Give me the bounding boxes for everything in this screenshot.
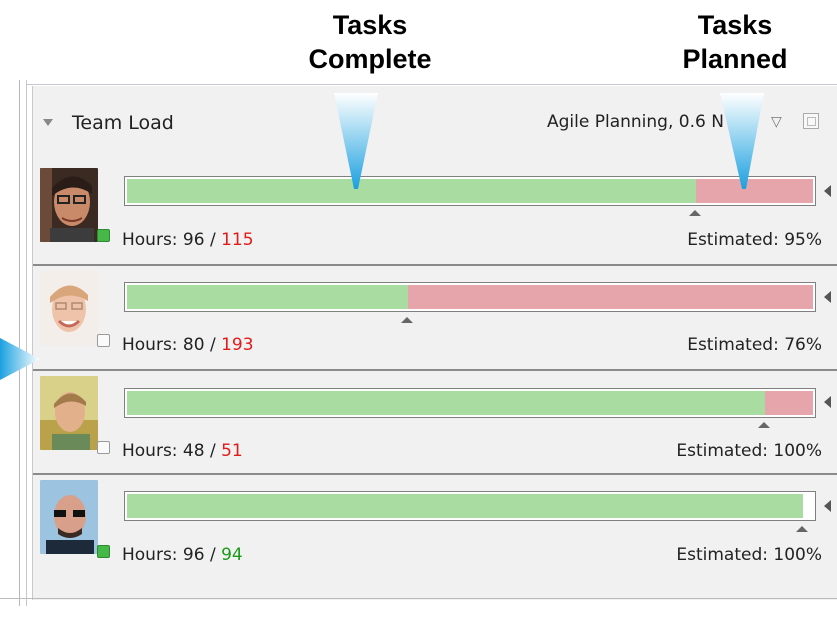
row-divider	[33, 264, 837, 266]
bar-complete-segment	[127, 285, 408, 309]
hours-text: Hours: 96 / 115	[122, 230, 254, 250]
estimated-text: Estimated: 76%	[687, 335, 822, 355]
hours-planned: 193	[221, 335, 254, 355]
row-divider	[33, 473, 837, 475]
panel-header: Team Load Agile Planning, 0.6 N ▽	[33, 86, 837, 166]
capacity-marker-icon	[824, 500, 831, 512]
hours-label: Hours: 80 /	[122, 335, 222, 355]
hours-text: Hours: 48 / 51	[122, 441, 243, 461]
estimate-marker-icon	[758, 422, 770, 428]
hours-label: Hours: 96 /	[122, 230, 222, 250]
avatar	[40, 480, 98, 554]
estimate-marker-icon	[689, 210, 701, 216]
load-bar[interactable]	[124, 176, 816, 206]
hours-text: Hours: 96 / 94	[122, 545, 243, 565]
capacity-marker-icon	[824, 396, 831, 408]
team-member-row: Hours: 80 / 193 Estimated: 76%	[33, 267, 837, 367]
callout-complete-pointer-icon	[334, 93, 378, 189]
bar-complete-segment	[127, 391, 765, 415]
load-bar[interactable]	[124, 491, 816, 521]
capacity-marker-icon	[824, 291, 831, 303]
bar-complete-segment	[127, 179, 696, 203]
presence-offline-icon	[97, 441, 110, 454]
load-bar[interactable]	[124, 282, 816, 312]
team-load-panel: Team Load Agile Planning, 0.6 N ▽ Hours:…	[32, 86, 837, 600]
team-member-row: Hours: 96 / 115 Estimated: 95%	[33, 166, 837, 266]
callout-planned-line2: Planned	[682, 44, 788, 74]
hours-planned: 51	[221, 441, 243, 461]
hours-label: Hours: 96 /	[122, 545, 222, 565]
presence-online-icon	[97, 229, 110, 242]
callout-tasks-planned: Tasks Planned	[660, 8, 810, 76]
estimated-text: Estimated: 95%	[687, 230, 822, 250]
hours-planned: 94	[221, 545, 243, 565]
callout-complete-line2: Complete	[308, 44, 432, 74]
callout-complete-line1: Tasks	[332, 10, 408, 40]
estimate-marker-icon	[796, 526, 808, 532]
estimated-text: Estimated: 100%	[676, 441, 822, 461]
team-member-row: Hours: 48 / 51 Estimated: 100%	[33, 372, 837, 472]
team-member-row: Hours: 96 / 94 Estimated: 100%	[33, 476, 837, 576]
callout-planned-pointer-icon	[720, 93, 764, 189]
hours-label: Hours: 48 /	[122, 441, 222, 461]
panel-bottom-border	[0, 598, 837, 599]
bar-planned-segment	[765, 391, 813, 415]
hours-text: Hours: 80 / 193	[122, 335, 254, 355]
callout-tasks-complete: Tasks Complete	[285, 8, 455, 76]
callout-planned-line1: Tasks	[697, 10, 773, 40]
bar-planned-segment	[408, 285, 813, 309]
load-bar[interactable]	[124, 388, 816, 418]
capacity-marker-icon	[824, 185, 831, 197]
avatar	[40, 168, 98, 242]
collapse-triangle-icon[interactable]	[43, 119, 53, 126]
row-pointer-icon	[0, 338, 40, 380]
avatar	[40, 271, 98, 345]
bar-complete-segment	[127, 494, 803, 518]
presence-online-icon	[97, 545, 110, 558]
hours-planned: 115	[221, 230, 254, 250]
expand-icon[interactable]	[803, 113, 819, 129]
row-divider	[33, 369, 837, 371]
panel-context[interactable]: Agile Planning, 0.6 N	[547, 112, 724, 132]
estimate-marker-icon	[401, 317, 413, 323]
panel-title: Team Load	[72, 112, 174, 134]
filter-icon[interactable]: ▽	[771, 114, 782, 130]
estimated-text: Estimated: 100%	[676, 545, 822, 565]
presence-offline-icon	[97, 334, 110, 347]
frame-line-top	[26, 84, 837, 85]
avatar	[40, 376, 98, 450]
